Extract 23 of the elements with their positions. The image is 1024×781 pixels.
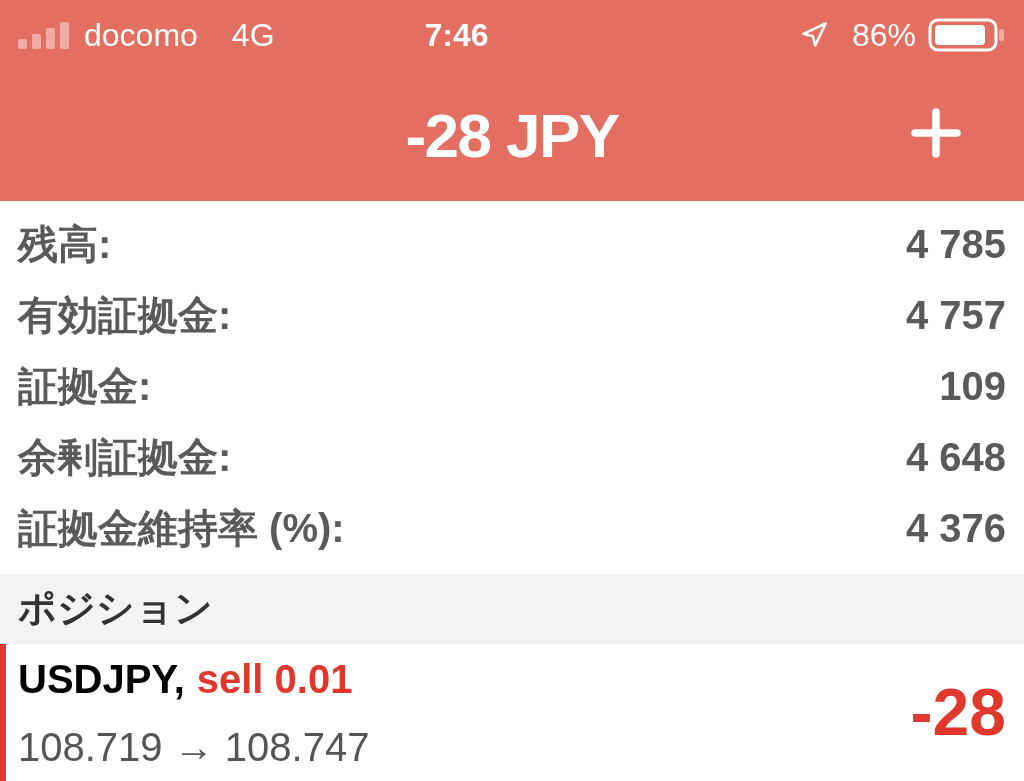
section-title: ポジション — [18, 586, 213, 632]
trade-side: sell 0.01 — [196, 655, 353, 703]
balance-title: -28 JPY — [405, 99, 619, 172]
account-value: 109 — [939, 363, 1006, 411]
symbol-label: USDJPY, — [18, 655, 185, 703]
battery-icon — [928, 18, 1006, 52]
account-label: 証拠金: — [18, 363, 152, 411]
account-label: 余剰証拠金: — [18, 434, 232, 482]
clock: 7:46 — [424, 16, 489, 55]
account-label: 証拠金維持率 (%): — [18, 505, 345, 553]
account-value: 4 376 — [905, 505, 1006, 553]
account-value: 4 757 — [905, 292, 1006, 340]
position-row[interactable]: USDJPY, sell 0.01 108.719 → 108.747 -28 — [0, 644, 1024, 781]
price-range: 108.719 → 108.747 — [18, 723, 370, 771]
account-label: 有効証拠金: — [18, 292, 232, 340]
account-value: 4 785 — [905, 221, 1006, 269]
carrier-label: docomo — [84, 16, 198, 55]
network-label: 4G — [231, 16, 275, 55]
profit-value: -28 — [910, 674, 1006, 751]
account-label: 残高: — [18, 221, 112, 269]
battery-percent: 86% — [851, 16, 916, 55]
account-value: 4 648 — [905, 434, 1006, 482]
location-icon — [799, 21, 828, 49]
